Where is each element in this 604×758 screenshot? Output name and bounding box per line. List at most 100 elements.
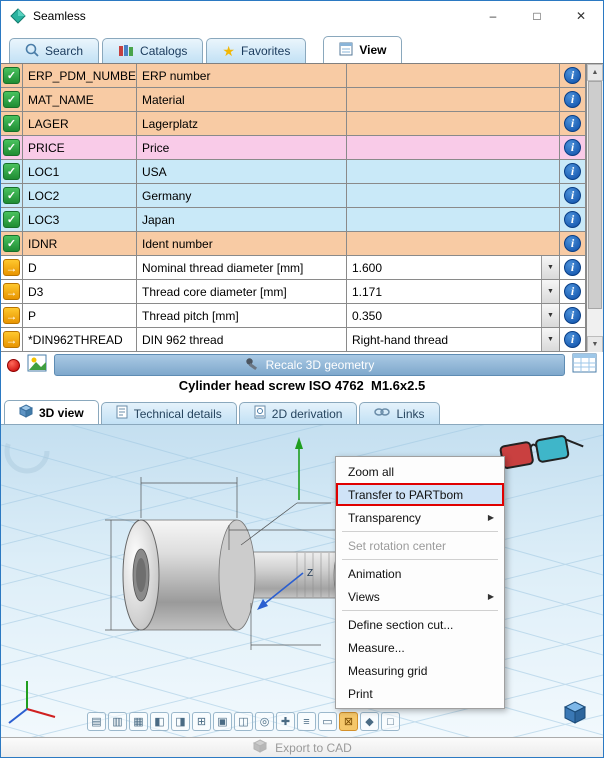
table-row[interactable]: ✓ LOC2 Germany i [1, 184, 586, 208]
3d-glasses-icon [500, 433, 585, 469]
scroll-down-button[interactable]: ▼ [587, 336, 603, 352]
menu-item-set-rotation-center[interactable]: Set rotation center [336, 534, 504, 557]
viewport-tool-icon[interactable]: ◎ [255, 712, 274, 731]
dropdown-button[interactable]: ▼ [541, 280, 559, 303]
table-row[interactable]: ✓ MAT_NAME Material i [1, 88, 586, 112]
menu-item-label: Measuring grid [348, 664, 427, 678]
recalc-3d-geometry-button[interactable]: Recalc 3D geometry [54, 354, 565, 376]
info-button[interactable]: i [560, 184, 586, 207]
info-button[interactable]: i [560, 256, 586, 279]
viewport-tool-icon[interactable]: ✚ [276, 712, 295, 731]
viewport-tool-icon[interactable]: ◨ [171, 712, 190, 731]
attribute-name: PRICE [23, 136, 137, 159]
table-row[interactable]: → D Nominal thread diameter [mm] 1.600 ▼… [1, 256, 586, 280]
attribute-value[interactable] [347, 136, 560, 159]
title-bar: Seamless – □ ✕ [1, 1, 603, 31]
table-view-icon[interactable] [572, 353, 597, 378]
info-button[interactable]: i [560, 280, 586, 303]
viewport-tool-icon[interactable]: ▣ [213, 712, 232, 731]
check-icon: ✓ [3, 91, 20, 108]
minimize-button[interactable]: – [471, 1, 515, 31]
tab-technical-details[interactable]: Technical details [101, 402, 237, 424]
app-logo-icon [9, 7, 27, 25]
menu-item-views[interactable]: Views▶ [336, 585, 504, 608]
3d-viewport[interactable]: Z ▤ ▥ ▦ ◧ ◨ ⊞ ▣ ◫ [1, 425, 603, 737]
info-button[interactable]: i [560, 232, 586, 255]
attribute-value[interactable] [347, 112, 560, 135]
dropdown-button[interactable]: ▼ [541, 256, 559, 279]
info-button[interactable]: i [560, 304, 586, 327]
export-to-cad-button[interactable]: Export to CAD [1, 737, 603, 757]
info-icon: i [564, 283, 581, 300]
info-button[interactable]: i [560, 328, 586, 351]
attribute-value[interactable] [347, 64, 560, 87]
menu-item-transfer-to-partbom[interactable]: Transfer to PARTbom [336, 483, 504, 506]
tab-2d-derivation[interactable]: 2D derivation [239, 402, 358, 424]
info-button[interactable]: i [560, 136, 586, 159]
info-button[interactable]: i [560, 88, 586, 111]
value-combobox[interactable]: Right-hand thread ▼ [347, 328, 560, 351]
table-row[interactable]: ✓ ERP_PDM_NUMBER ERP number i [1, 64, 586, 88]
viewport-tool-icon[interactable]: ▭ [318, 712, 337, 731]
menu-item-measuring-grid[interactable]: Measuring grid [336, 659, 504, 682]
table-row[interactable]: ✓ IDNR Ident number i [1, 232, 586, 256]
table-row[interactable]: ✓ PRICE Price i [1, 136, 586, 160]
viewport-tool-icon-active[interactable]: ⊠ [339, 712, 358, 731]
table-scrollbar[interactable]: ▲ ▼ [586, 64, 603, 352]
record-icon[interactable] [7, 359, 20, 372]
y-axis-arrow [295, 437, 303, 500]
viewport-tool-icon[interactable]: □ [381, 712, 400, 731]
table-row[interactable]: ✓ LOC1 USA i [1, 160, 586, 184]
table-row[interactable]: → P Thread pitch [mm] 0.350 ▼ i [1, 304, 586, 328]
attribute-value[interactable] [347, 184, 560, 207]
info-button[interactable]: i [560, 208, 586, 231]
viewport-tool-icon[interactable]: ◫ [234, 712, 253, 731]
viewport-tool-icon[interactable]: ≡ [297, 712, 316, 731]
table-row[interactable]: ✓ LOC3 Japan i [1, 208, 586, 232]
tab-favorites[interactable]: ★ Favorites [206, 38, 306, 63]
tab-search[interactable]: Search [9, 38, 99, 63]
value-combobox[interactable]: 0.350 ▼ [347, 304, 560, 327]
viewport-tool-icon[interactable]: ▦ [129, 712, 148, 731]
value-combobox[interactable]: 1.600 ▼ [347, 256, 560, 279]
menu-item-define-section-cut[interactable]: Define section cut... [336, 613, 504, 636]
info-button[interactable]: i [560, 64, 586, 87]
table-row[interactable]: → D3 Thread core diameter [mm] 1.171 ▼ i [1, 280, 586, 304]
value-combobox[interactable]: 1.171 ▼ [347, 280, 560, 303]
menu-item-print[interactable]: Print [336, 682, 504, 705]
search-icon [25, 43, 39, 60]
tab-view[interactable]: View [323, 36, 402, 63]
menu-separator [342, 531, 498, 532]
table-row[interactable]: → *DIN962THREAD DIN 962 thread Right-han… [1, 328, 586, 352]
viewport-tool-icon[interactable]: ▤ [87, 712, 106, 731]
menu-item-measure[interactable]: Measure... [336, 636, 504, 659]
info-button[interactable]: i [560, 112, 586, 135]
dropdown-button[interactable]: ▼ [541, 304, 559, 327]
orientation-triad-icon [9, 681, 55, 723]
viewport-tool-icon[interactable]: ⊞ [192, 712, 211, 731]
menu-item-transparency[interactable]: Transparency▶ [336, 506, 504, 529]
dropdown-button[interactable]: ▼ [541, 328, 559, 351]
scroll-up-button[interactable]: ▲ [587, 64, 603, 81]
tab-catalogs[interactable]: Catalogs [102, 38, 203, 63]
3d-scene: Z [1, 425, 603, 737]
table-row[interactable]: ✓ LAGER Lagerplatz i [1, 112, 586, 136]
attribute-description: USA [137, 160, 347, 183]
maximize-button[interactable]: □ [515, 1, 559, 31]
viewport-tool-icon[interactable]: ◆ [360, 712, 379, 731]
close-button[interactable]: ✕ [559, 1, 603, 31]
viewport-tool-icon[interactable]: ◧ [150, 712, 169, 731]
attribute-value[interactable] [347, 208, 560, 231]
menu-item-zoom-all[interactable]: Zoom all [336, 460, 504, 483]
tab-links[interactable]: Links [359, 402, 439, 424]
attribute-value[interactable] [347, 160, 560, 183]
viewport-tool-icon[interactable]: ▥ [108, 712, 127, 731]
menu-item-animation[interactable]: Animation [336, 562, 504, 585]
attribute-value[interactable] [347, 232, 560, 255]
tab-3d-view[interactable]: 3D view [4, 400, 99, 424]
cube-icon[interactable] [563, 700, 587, 729]
preview-icon[interactable] [27, 354, 47, 377]
scrollbar-thumb[interactable] [588, 81, 602, 309]
attribute-value[interactable] [347, 88, 560, 111]
info-button[interactable]: i [560, 160, 586, 183]
